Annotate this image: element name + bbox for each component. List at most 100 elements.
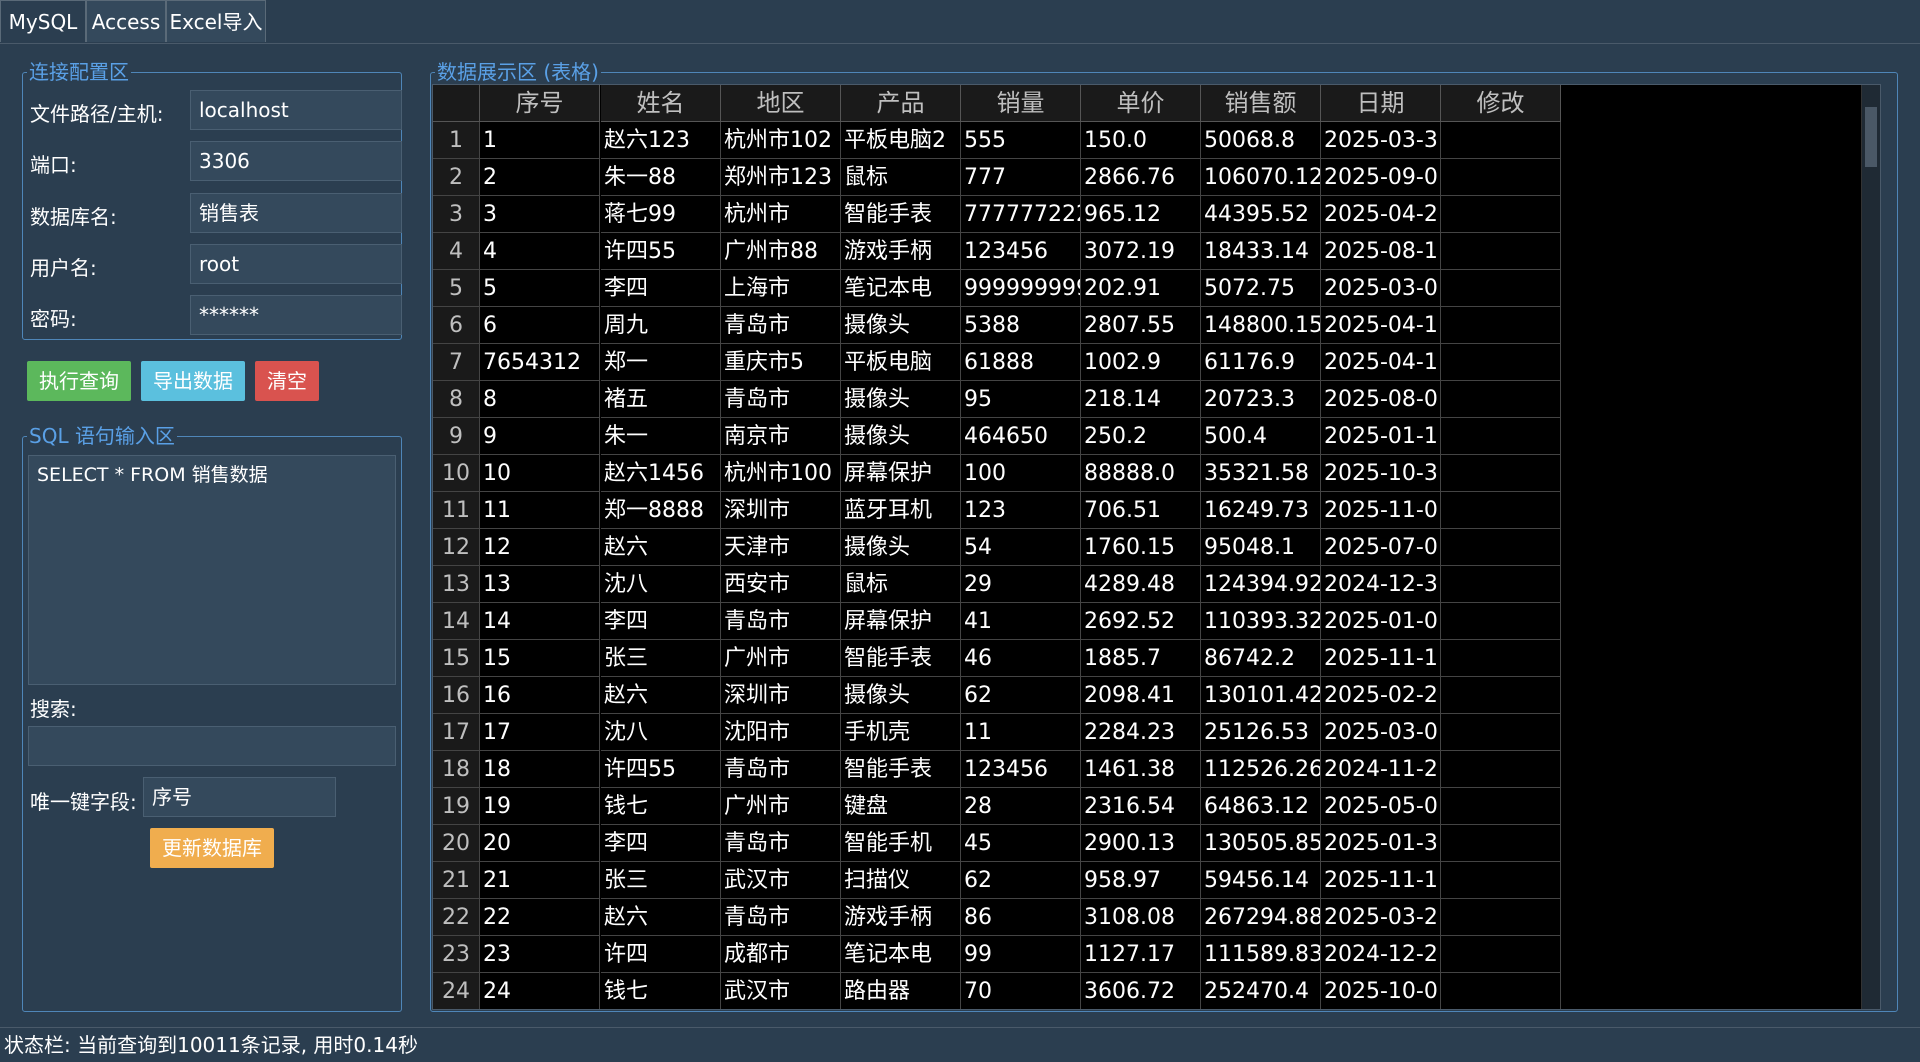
table-cell[interactable]: 3108.08 (1081, 899, 1201, 936)
table-cell[interactable]: 62 (961, 677, 1081, 714)
table-cell[interactable]: 45 (961, 825, 1081, 862)
table-cell[interactable]: 2284.23 (1081, 714, 1201, 751)
table-cell[interactable]: 2025-01-1 (1321, 418, 1441, 455)
table-cell[interactable]: 2025-10-0 (1321, 973, 1441, 1009)
table-cell[interactable]: 29 (961, 566, 1081, 603)
table-row[interactable]: 1 1 赵六123 杭州市102 平板电脑2 555 150.0 50068.8 2025-03… (433, 122, 1880, 159)
table-cell[interactable]: 5072.75 (1201, 270, 1321, 307)
table-cell[interactable]: 500.4 (1201, 418, 1321, 455)
table-cell[interactable]: 999999999 (961, 270, 1081, 307)
table-cell[interactable]: 许四55 (601, 233, 721, 270)
table-cell[interactable]: 2025-10-3 (1321, 455, 1441, 492)
table-cell[interactable]: 267294.88 (1201, 899, 1321, 936)
table-cell[interactable]: 屏幕保护 (841, 455, 961, 492)
table-cell[interactable]: 沈八 (601, 714, 721, 751)
table-cell[interactable]: 2316.54 (1081, 788, 1201, 825)
table-cell[interactable] (1441, 418, 1561, 455)
table-cell[interactable]: 2025-11-1 (1321, 862, 1441, 899)
table-cell[interactable]: 16 (480, 677, 600, 714)
table-cell[interactable] (1441, 270, 1561, 307)
table-cell[interactable]: 2025-05-0 (1321, 788, 1441, 825)
table-cell[interactable]: 张三 (601, 862, 721, 899)
table-cell[interactable]: 平板电脑2 (841, 122, 961, 159)
column-header-8[interactable]: 日期 (1321, 85, 1441, 122)
table-cell[interactable]: 2025-03-3 (1321, 122, 1441, 159)
table-cell[interactable] (1441, 640, 1561, 677)
table-row[interactable]: 19 19 钱七 广州市 键盘 28 2316.54 64863.12 2025-05-0 (433, 788, 1880, 825)
table-cell[interactable]: 3 (480, 196, 600, 233)
table-cell[interactable]: 9 (480, 418, 600, 455)
table-cell[interactable]: 59456.14 (1201, 862, 1321, 899)
table-cell[interactable]: 手机壳 (841, 714, 961, 751)
table-cell[interactable]: 2025-11-1 (1321, 640, 1441, 677)
table-row[interactable]: 10 10 赵六1456 杭州市100 屏幕保护 100 88888.0 35321.58 20… (433, 455, 1880, 492)
table-cell[interactable] (1441, 603, 1561, 640)
table-cell[interactable]: 5388 (961, 307, 1081, 344)
table-cell[interactable]: 6 (480, 307, 600, 344)
table-row[interactable]: 22 22 赵六 青岛市 游戏手柄 86 3108.08 267294.88 2025-03-2 (433, 899, 1880, 936)
table-cell[interactable]: 2025-08-1 (1321, 233, 1441, 270)
table-cell[interactable] (1441, 973, 1561, 1009)
table-row[interactable]: 4 4 许四55 广州市88 游戏手柄 123456 3072.19 18433.14 2025… (433, 233, 1880, 270)
table-row[interactable]: 6 6 周九 青岛市 摄像头 5388 2807.55 148800.15 2025-04-1 (433, 307, 1880, 344)
table-cell[interactable]: 2025-03-0 (1321, 270, 1441, 307)
table-cell[interactable]: 笔记本电 (841, 936, 961, 973)
table-cell[interactable]: 64863.12 (1201, 788, 1321, 825)
table-cell[interactable]: 23 (480, 936, 600, 973)
password-input[interactable]: ****** (190, 295, 402, 335)
database-name-input[interactable]: 销售表 (190, 193, 402, 233)
table-cell[interactable]: 218.14 (1081, 381, 1201, 418)
table-cell[interactable]: 1 (480, 122, 600, 159)
table-cell[interactable]: 2098.41 (1081, 677, 1201, 714)
table-cell[interactable] (1441, 677, 1561, 714)
table-cell[interactable] (1441, 233, 1561, 270)
table-cell[interactable]: 4289.48 (1081, 566, 1201, 603)
table-cell[interactable]: 2025-04-2 (1321, 196, 1441, 233)
table-cell[interactable]: 游戏手柄 (841, 899, 961, 936)
table-cell[interactable]: 赵六 (601, 899, 721, 936)
table-cell[interactable]: 郑州市123 (721, 159, 841, 196)
table-cell[interactable]: 22 (480, 899, 600, 936)
table-cell[interactable]: 2025-04-1 (1321, 307, 1441, 344)
table-cell[interactable]: 屏幕保护 (841, 603, 961, 640)
table-cell[interactable]: 李四 (601, 603, 721, 640)
table-cell[interactable]: 钱七 (601, 973, 721, 1009)
table-cell[interactable]: 7654312 (480, 344, 600, 381)
table-cell[interactable]: 沈八 (601, 566, 721, 603)
table-cell[interactable]: 智能手表 (841, 196, 961, 233)
table-cell[interactable]: 35321.58 (1201, 455, 1321, 492)
table-cell[interactable]: 西安市 (721, 566, 841, 603)
table-cell[interactable]: 李四 (601, 825, 721, 862)
table-row[interactable]: 3 3 蒋七99 杭州市 智能手表 777777222 965.12 44395.52 2025… (433, 196, 1880, 233)
table-cell[interactable] (1441, 492, 1561, 529)
table-cell[interactable]: 武汉市 (721, 862, 841, 899)
table-row[interactable]: 21 21 张三 武汉市 扫描仪 62 958.97 59456.14 2025-11-1 (433, 862, 1880, 899)
table-row[interactable]: 18 18 许四55 青岛市 智能手表 123456 1461.38 112526.26 202… (433, 751, 1880, 788)
table-cell[interactable]: 8 (480, 381, 600, 418)
table-cell[interactable]: 2025-03-2 (1321, 899, 1441, 936)
table-cell[interactable]: 123456 (961, 233, 1081, 270)
table-cell[interactable]: 110393.32 (1201, 603, 1321, 640)
table-cell[interactable]: 21 (480, 862, 600, 899)
table-cell[interactable]: 2025-03-0 (1321, 714, 1441, 751)
table-cell[interactable]: 2025-11-0 (1321, 492, 1441, 529)
table-cell[interactable]: 成都市 (721, 936, 841, 973)
table-cell[interactable]: 44395.52 (1201, 196, 1321, 233)
table-cell[interactable] (1441, 159, 1561, 196)
table-cell[interactable]: 2025-07-0 (1321, 529, 1441, 566)
column-header-3[interactable]: 地区 (721, 85, 841, 122)
table-cell[interactable]: 2807.55 (1081, 307, 1201, 344)
table-cell[interactable]: 赵六 (601, 529, 721, 566)
table-cell[interactable]: 蒋七99 (601, 196, 721, 233)
table-cell[interactable]: 上海市 (721, 270, 841, 307)
table-cell[interactable]: 2025-01-3 (1321, 825, 1441, 862)
table-cell[interactable]: 摄像头 (841, 529, 961, 566)
table-cell[interactable]: 15 (480, 640, 600, 677)
table-cell[interactable]: 鼠标 (841, 566, 961, 603)
table-row[interactable]: 14 14 李四 青岛市 屏幕保护 41 2692.52 110393.32 2025-01-0 (433, 603, 1880, 640)
table-cell[interactable] (1441, 751, 1561, 788)
table-cell[interactable] (1441, 196, 1561, 233)
table-cell[interactable]: 958.97 (1081, 862, 1201, 899)
table-cell[interactable]: 88888.0 (1081, 455, 1201, 492)
table-cell[interactable]: 150.0 (1081, 122, 1201, 159)
